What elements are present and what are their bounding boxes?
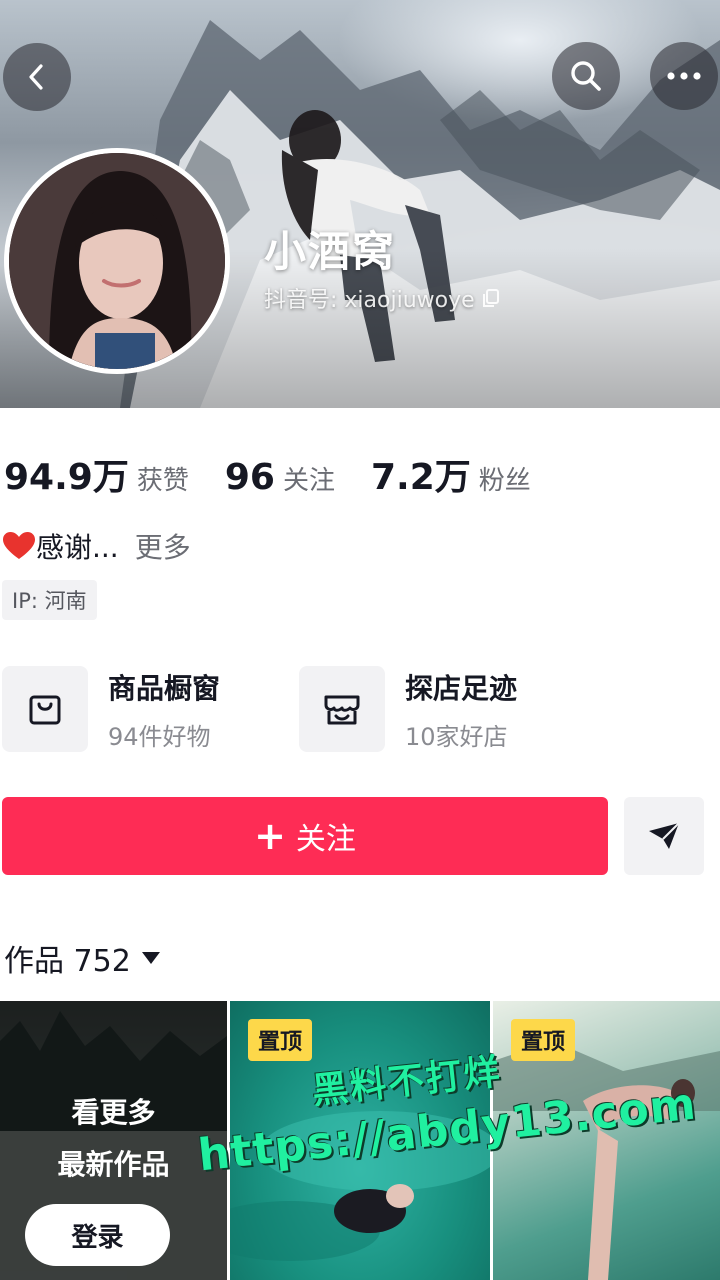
stat-followers[interactable]: 7.2万 粉丝 — [371, 448, 531, 500]
works-tab[interactable]: 作品 752 — [4, 936, 161, 980]
plus-icon: + — [254, 814, 286, 858]
pinned-badge: 置顶 — [248, 1019, 313, 1061]
stat-following-value: 96 — [224, 457, 275, 498]
avatar-portrait — [9, 153, 225, 369]
douyin-id[interactable]: 抖音号: xiaojiuwoye — [264, 282, 501, 314]
copy-icon[interactable] — [481, 288, 501, 308]
entry-showcase[interactable]: 商品橱窗 94件好物 — [2, 666, 220, 752]
stat-likes-value: 94.9万 — [4, 457, 129, 498]
work-tile-see-more[interactable]: 看更多 最新作品 登录 — [0, 1001, 227, 1280]
stat-likes[interactable]: 94.9万 获赞 — [4, 448, 189, 500]
heart-icon — [3, 532, 35, 559]
stat-following-label: 关注 — [282, 466, 335, 496]
profile-stats: 94.9万 获赞 96 关注 7.2万 粉丝 — [4, 448, 567, 500]
works-title: 作品 752 — [4, 944, 131, 979]
search-icon — [571, 61, 601, 91]
entry-store-visits[interactable]: 探店足迹 10家好店 — [299, 666, 517, 752]
stat-likes-label: 获赞 — [136, 466, 189, 496]
stat-followers-label: 粉丝 — [478, 466, 531, 496]
caret-down-icon — [141, 952, 160, 964]
nickname: 小酒窝 — [264, 227, 397, 276]
bio-text: 感谢... — [36, 531, 119, 564]
entry-store-visits-subtitle: 10家好店 — [405, 722, 508, 751]
stat-following[interactable]: 96 关注 — [225, 457, 335, 498]
see-more-line2: 最新作品 — [57, 1148, 170, 1181]
search-button[interactable] — [552, 42, 620, 110]
stat-followers-value: 7.2万 — [370, 457, 471, 498]
back-button[interactable] — [3, 43, 71, 111]
entry-showcase-subtitle: 94件好物 — [108, 722, 211, 751]
bio-more-link[interactable]: 更多 — [135, 526, 191, 566]
more-button[interactable] — [650, 42, 718, 110]
shopping-bag-icon — [29, 695, 61, 725]
chevron-left-icon — [29, 64, 43, 90]
more-dots-icon — [667, 72, 701, 80]
follow-button[interactable]: + 关注 — [2, 797, 608, 875]
avatar[interactable] — [4, 148, 230, 374]
bio: 感谢... 更多 — [2, 526, 191, 566]
login-button[interactable]: 登录 — [25, 1204, 170, 1266]
follow-button-label: 关注 — [295, 822, 356, 857]
douyin-id-text: 抖音号: xiaojiuwoye — [264, 288, 475, 313]
share-button[interactable] — [624, 797, 704, 875]
send-icon — [649, 822, 680, 849]
ip-location-tag: IP: 河南 — [2, 580, 97, 620]
entry-showcase-title: 商品橱窗 — [108, 671, 221, 705]
entry-store-visits-title: 探店足迹 — [405, 671, 518, 705]
store-icon — [324, 695, 360, 725]
